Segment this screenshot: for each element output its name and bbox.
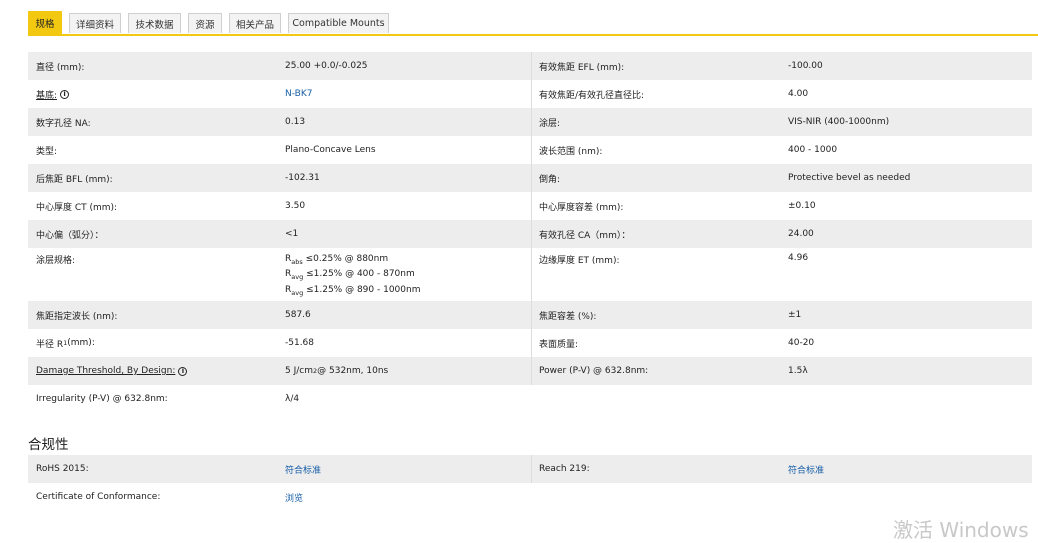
table-row: Certificate of Conformance: 浏览 bbox=[28, 483, 1032, 511]
compliance-label: RoHS 2015: bbox=[36, 464, 89, 474]
coating-line: Rabs ≤0.25% @ 880nm bbox=[285, 254, 389, 266]
table-row: 涂层规格: Rabs ≤0.25% @ 880nm Ravg ≤1.25% @ … bbox=[28, 248, 1032, 301]
info-icon[interactable]: i bbox=[60, 89, 70, 99]
spec-label: 波长范围 (nm): bbox=[539, 146, 603, 157]
spec-value: 587.6 bbox=[285, 310, 311, 320]
tab-resources[interactable]: 资源 bbox=[188, 13, 222, 33]
table-row: 中心厚度 CT (mm): 3.50 中心厚度容差 (mm): ±0.10 bbox=[28, 192, 1032, 220]
compliance-label: Reach 219: bbox=[539, 464, 590, 474]
spec-value: -102.31 bbox=[285, 173, 320, 183]
table-row: 基底: i N-BK7 有效焦距/有效孔径直径比: 4.00 bbox=[28, 80, 1032, 108]
spec-value: 4.00 bbox=[788, 89, 809, 99]
column-divider bbox=[531, 220, 532, 248]
spec-label: 中心偏（弧分）： bbox=[36, 230, 104, 241]
tab-technical-data[interactable]: 技术数据 bbox=[128, 13, 181, 33]
spec-value: -100.00 bbox=[788, 61, 823, 71]
column-divider bbox=[531, 52, 532, 80]
damage-threshold-label[interactable]: Damage Threshold, By Design: bbox=[36, 366, 175, 376]
substrate-label[interactable]: 基底: bbox=[36, 88, 57, 101]
table-row: Irregularity (P-V) @ 632.8nm: λ/4 bbox=[28, 385, 1032, 413]
reach-compliance-link[interactable]: 符合标准 bbox=[788, 455, 1028, 483]
column-divider bbox=[531, 164, 532, 192]
spec-value: 24.00 bbox=[788, 229, 814, 239]
tab-details[interactable]: 详细资料 bbox=[69, 13, 121, 33]
info-icon[interactable]: i bbox=[178, 366, 188, 376]
spec-value: 0.13 bbox=[285, 117, 306, 127]
spec-label-damage-threshold[interactable]: Damage Threshold, By Design: i bbox=[36, 357, 276, 385]
spec-label: 边缘厚度 ET (mm): bbox=[539, 256, 620, 266]
spec-value: VIS-NIR (400-1000nm) bbox=[788, 117, 890, 127]
rohs-compliance-link[interactable]: 符合标准 bbox=[285, 455, 525, 483]
tab-compatible-mounts[interactable]: Compatible Mounts bbox=[288, 13, 389, 33]
spec-value: 3.50 bbox=[285, 201, 306, 211]
spec-label: 半径 R1 (mm): bbox=[36, 338, 95, 350]
coating-line: Ravg ≤1.25% @ 890 - 1000nm bbox=[285, 284, 421, 297]
spec-value: 40-20 bbox=[788, 338, 815, 348]
table-row: Damage Threshold, By Design: i 5 J/cm 2 @… bbox=[28, 357, 1032, 385]
spec-label: 涂层: bbox=[539, 118, 561, 129]
spec-label: 倒角: bbox=[539, 174, 561, 185]
spec-value: Plano-Concave Lens bbox=[285, 145, 376, 155]
column-divider bbox=[531, 192, 532, 220]
column-divider bbox=[531, 108, 532, 136]
compliance-table: RoHS 2015: 符合标准 Reach 219: 符合标准 Certific… bbox=[28, 455, 1032, 511]
tab-bar: 规格 详细资料 技术数据 资源 相关产品 Compatible Mounts bbox=[0, 0, 1038, 37]
spec-label: Irregularity (P-V) @ 632.8nm: bbox=[36, 394, 168, 404]
spec-label: Power (P-V) @ 632.8nm: bbox=[539, 366, 649, 376]
column-divider bbox=[531, 455, 532, 483]
spec-label: 焦距指定波长 (nm): bbox=[36, 311, 118, 322]
spec-value: Protective bevel as needed bbox=[788, 173, 911, 183]
column-divider bbox=[531, 329, 532, 357]
spec-label: 直径 (mm): bbox=[36, 62, 85, 73]
spec-label-substrate[interactable]: 基底: i bbox=[36, 80, 276, 108]
spec-value: ±1 bbox=[788, 310, 802, 320]
spec-label: 中心厚度容差 (mm): bbox=[539, 202, 624, 213]
table-row: 中心偏（弧分）： <1 有效孔径 CA（mm）： 24.00 bbox=[28, 220, 1032, 248]
spec-value: 5 J/cm 2 @ 532nm, 10ns bbox=[285, 366, 389, 376]
spec-value: -51.68 bbox=[285, 338, 315, 348]
column-divider bbox=[531, 136, 532, 164]
spec-label: 类型: bbox=[36, 146, 58, 157]
spec-label: 焦距容差 (%): bbox=[539, 311, 597, 322]
spec-value: 1.5λ bbox=[788, 366, 808, 376]
certificate-view-link[interactable]: 浏览 bbox=[285, 483, 525, 511]
spec-value: <1 bbox=[285, 229, 299, 239]
column-divider bbox=[531, 248, 532, 301]
table-row: RoHS 2015: 符合标准 Reach 219: 符合标准 bbox=[28, 455, 1032, 483]
column-divider bbox=[531, 301, 532, 329]
table-row: 后焦距 BFL (mm): -102.31 倒角: Protective bev… bbox=[28, 164, 1032, 192]
spec-label: 有效孔径 CA（mm）： bbox=[539, 230, 631, 241]
spec-label: 涂层规格: bbox=[36, 256, 76, 266]
table-row: 半径 R1 (mm): -51.68 表面质量: 40-20 bbox=[28, 329, 1032, 357]
tab-underline bbox=[28, 34, 1038, 36]
specs-table: 直径 (mm): 25.00 +0.0/-0.025 有效焦距 EFL (mm)… bbox=[28, 52, 1032, 413]
spec-value: ±0.10 bbox=[788, 201, 816, 211]
coating-line: Ravg ≤1.25% @ 400 - 870nm bbox=[285, 269, 415, 282]
column-divider bbox=[531, 80, 532, 108]
column-divider bbox=[531, 357, 532, 385]
windows-activation-watermark: 激活 Windows bbox=[893, 518, 1029, 542]
spec-label: 表面质量: bbox=[539, 339, 579, 350]
table-row: 类型: Plano-Concave Lens 波长范围 (nm): 400 - … bbox=[28, 136, 1032, 164]
spec-label: 数字孔径 NA: bbox=[36, 118, 91, 129]
spec-label: 中心厚度 CT (mm): bbox=[36, 202, 118, 213]
tab-related-products[interactable]: 相关产品 bbox=[229, 13, 281, 33]
table-row: 数字孔径 NA: 0.13 涂层: VIS-NIR (400-1000nm) bbox=[28, 108, 1032, 136]
compliance-label: Certificate of Conformance: bbox=[36, 492, 161, 502]
table-row: 直径 (mm): 25.00 +0.0/-0.025 有效焦距 EFL (mm)… bbox=[28, 52, 1032, 80]
spec-label: 有效焦距/有效孔径直径比: bbox=[539, 90, 645, 101]
spec-label: 有效焦距 EFL (mm): bbox=[539, 62, 625, 73]
compliance-title: 合规性 bbox=[28, 437, 69, 453]
spec-value: 400 - 1000 bbox=[788, 145, 838, 155]
spec-value: 25.00 +0.0/-0.025 bbox=[285, 61, 368, 71]
substrate-link[interactable]: N-BK7 bbox=[285, 80, 525, 108]
coating-spec-values: Rabs ≤0.25% @ 880nm Ravg ≤1.25% @ 400 - … bbox=[285, 248, 525, 301]
table-row: 焦距指定波长 (nm): 587.6 焦距容差 (%): ±1 bbox=[28, 301, 1032, 329]
tab-specs[interactable]: 规格 bbox=[28, 11, 62, 34]
spec-value: 4.96 bbox=[788, 253, 809, 263]
spec-value: λ/4 bbox=[285, 394, 300, 404]
spec-label: 后焦距 BFL (mm): bbox=[36, 174, 113, 185]
